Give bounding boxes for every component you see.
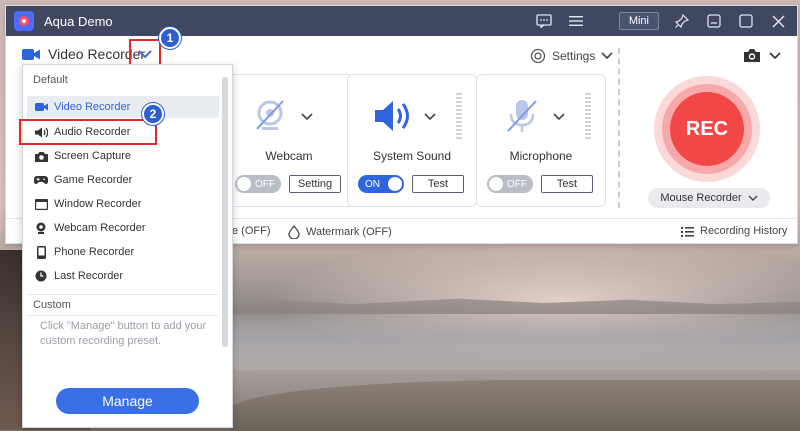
webcam-tile: Webcam OFF Setting [224,74,354,207]
clock-icon [34,270,48,282]
rec-button-halo: REC [654,76,760,182]
title-bar-controls: Mini [535,6,787,36]
chevron-down-icon [748,195,758,201]
dropdown-item-audio-recorder[interactable]: Audio Recorder [19,119,157,145]
phone-icon [34,245,48,259]
video-camera-icon [34,101,48,113]
webcam-off-icon[interactable] [249,95,291,137]
microphone-test-button[interactable]: Test [541,175,593,193]
custom-heading: Custom [33,299,71,311]
system-sound-label: System Sound [372,149,452,163]
custom-description: Click "Manage" button to add your custom… [40,320,207,347]
microphone-toggle[interactable]: OFF [487,175,533,193]
window-icon [34,198,48,210]
speaker-icon[interactable] [372,95,414,137]
system-sound-test-button[interactable]: Test [412,175,464,193]
feedback-icon[interactable] [535,12,553,30]
microphone-tile: Microphone OFF Test [476,74,606,207]
mini-mode-button[interactable]: Mini [618,12,659,30]
mic-level-meter [585,93,591,139]
dropdown-item-webcam-recorder[interactable]: Webcam Recorder [27,217,219,239]
recording-history-label: Recording History [700,225,788,237]
maximize-icon[interactable] [737,12,755,30]
dropdown-item-window-recorder[interactable]: Window Recorder [27,193,219,215]
water-drop-icon [288,225,300,239]
dropdown-item-game-recorder[interactable]: Game Recorder [27,169,219,191]
dropdown-item-screen-capture[interactable]: Screen Capture [27,145,219,167]
dropdown-item-last-recorder[interactable]: Last Recorder [27,265,219,287]
system-sound-toggle[interactable]: ON [358,175,404,193]
chevron-down-icon [601,52,613,60]
list-icon [681,226,694,237]
microphone-off-icon[interactable] [501,95,543,137]
gamepad-icon [34,174,48,186]
step-badge-2: 2 [142,103,164,125]
chevron-down-icon[interactable] [301,113,313,121]
video-camera-icon [22,47,40,61]
rec-button[interactable]: REC [670,92,744,166]
system-sound-tile: System Sound ON Test [347,74,477,207]
watermark-label: Watermark (OFF) [306,226,392,238]
dropdown-item-video-recorder[interactable]: Video Recorder [27,96,219,118]
gear-icon [530,48,546,64]
app-title: Aqua Demo [44,13,113,29]
divider [618,48,620,208]
app-logo-icon [14,11,34,31]
title-bar: Aqua Demo Mini [6,6,797,36]
webcam-setting-button[interactable]: Setting [289,175,341,193]
dropdown-item-phone-recorder[interactable]: Phone Recorder [27,241,219,263]
partial-setting-label[interactable]: e (OFF) [232,225,271,237]
minimize-icon[interactable] [705,12,723,30]
webcam-toggle[interactable]: OFF [235,175,281,193]
mouse-recorder-label: Mouse Recorder [660,192,742,204]
recording-history-button[interactable]: Recording History [681,225,787,237]
chevron-down-icon [138,49,152,58]
camera-icon [744,49,760,62]
menu-icon[interactable] [567,12,585,30]
manage-button[interactable]: Manage [56,388,199,414]
dropdown-divider [27,294,219,295]
pin-icon[interactable] [673,12,691,30]
dropdown-divider [27,315,219,316]
watermark-button[interactable]: Watermark (OFF) [288,225,392,239]
volume-level-meter [456,93,462,139]
chevron-down-icon[interactable] [424,113,436,121]
webcam-label: Webcam [265,149,313,163]
mouse-recorder-button[interactable]: Mouse Recorder [648,188,770,208]
camera-icon [34,150,48,162]
settings-button[interactable]: Settings [530,48,613,64]
chevron-down-icon [769,51,781,59]
snapshot-button[interactable] [743,48,781,63]
recorder-mode-dropdown: Default Video Recorder Audio Recorder Sc… [19,64,233,428]
desktop-shore [230,380,800,431]
desktop-lake [230,310,800,370]
microphone-label: Microphone [509,149,573,163]
chevron-down-icon[interactable] [553,113,565,121]
speaker-icon [34,126,48,138]
dropdown-scrollbar[interactable] [222,77,228,347]
settings-label: Settings [552,49,596,63]
close-icon[interactable] [769,12,787,30]
webcam-icon [34,222,48,234]
step-badge-1: 1 [159,27,181,49]
recorder-mode-selector[interactable]: Video Recorder [6,39,161,69]
default-heading: Default [33,74,68,86]
